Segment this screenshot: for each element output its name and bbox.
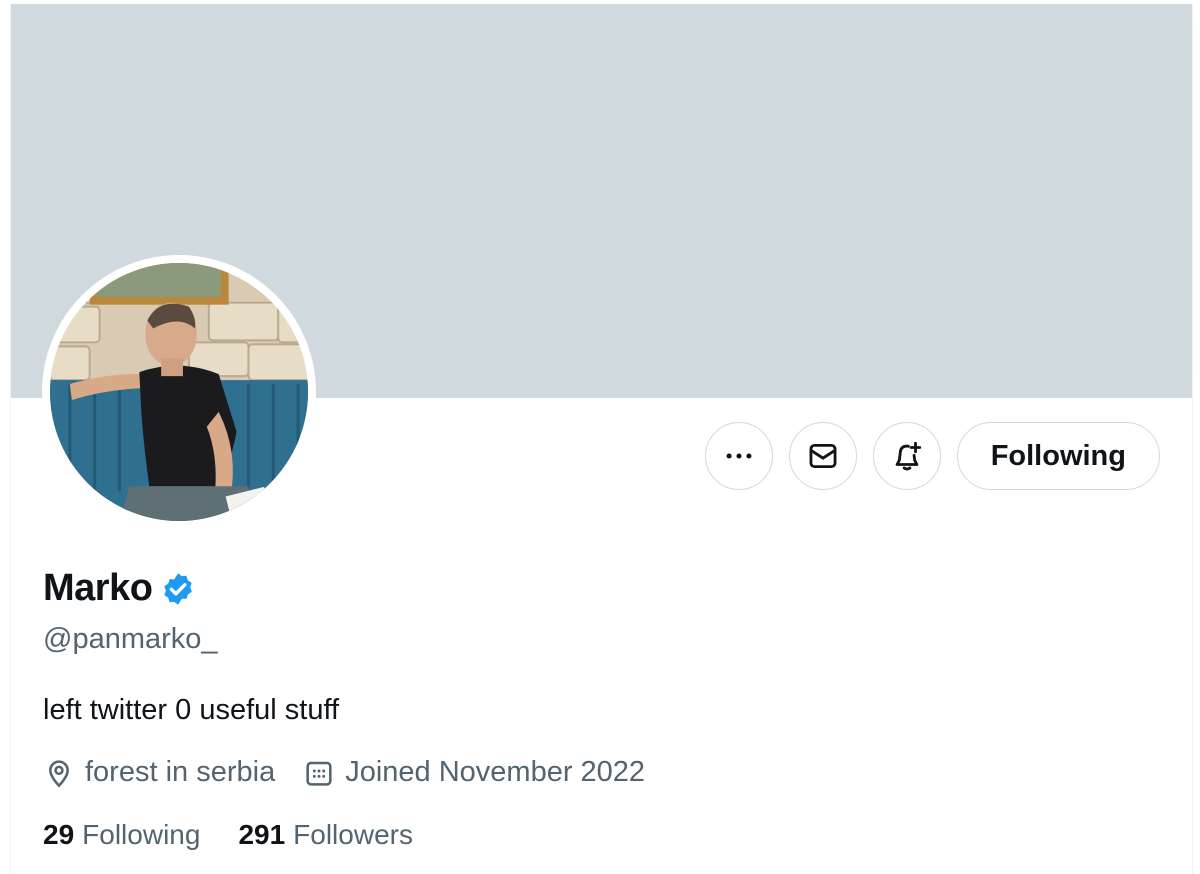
- following-button[interactable]: Following: [956, 422, 1160, 490]
- verified-badge-icon[interactable]: [160, 571, 196, 607]
- profile-meta: forest in serbia Joined November 2022: [43, 756, 645, 789]
- profile-page: Following Marko @panmarko_ left twitter …: [10, 4, 1193, 874]
- bell-plus-icon: [895, 441, 921, 471]
- avatar-photo: [50, 263, 308, 521]
- joined-item: Joined November 2022: [303, 756, 645, 789]
- location-pin-icon: [49, 759, 69, 787]
- profile-name: Marko: [43, 567, 153, 609]
- profile-handle: @panmarko_: [43, 623, 218, 655]
- more-horizontal-icon: [726, 453, 752, 459]
- profile-stats: 29 Following 291 Followers: [43, 819, 413, 851]
- following-count: 29: [43, 819, 75, 850]
- more-button[interactable]: [704, 422, 773, 490]
- following-stat-link[interactable]: 29 Following: [43, 819, 200, 851]
- profile-avatar[interactable]: [42, 255, 316, 529]
- profile-bio: left twitter 0 useful stuff: [43, 694, 340, 726]
- envelope-icon: [809, 443, 837, 469]
- profile-actions: Following: [704, 422, 1160, 490]
- location-item: forest in serbia: [43, 756, 275, 789]
- joined-text: Joined November 2022: [345, 756, 646, 788]
- location-text: forest in serbia: [85, 756, 276, 788]
- followers-label: Followers: [293, 819, 413, 850]
- followers-stat-link[interactable]: 291 Followers: [238, 819, 413, 851]
- calendar-icon: [306, 761, 332, 786]
- profile-name-row: Marko: [43, 567, 196, 610]
- followers-count: 291: [238, 819, 286, 850]
- message-button[interactable]: [788, 422, 857, 490]
- following-label: Following: [82, 819, 201, 850]
- notify-button[interactable]: [872, 422, 941, 490]
